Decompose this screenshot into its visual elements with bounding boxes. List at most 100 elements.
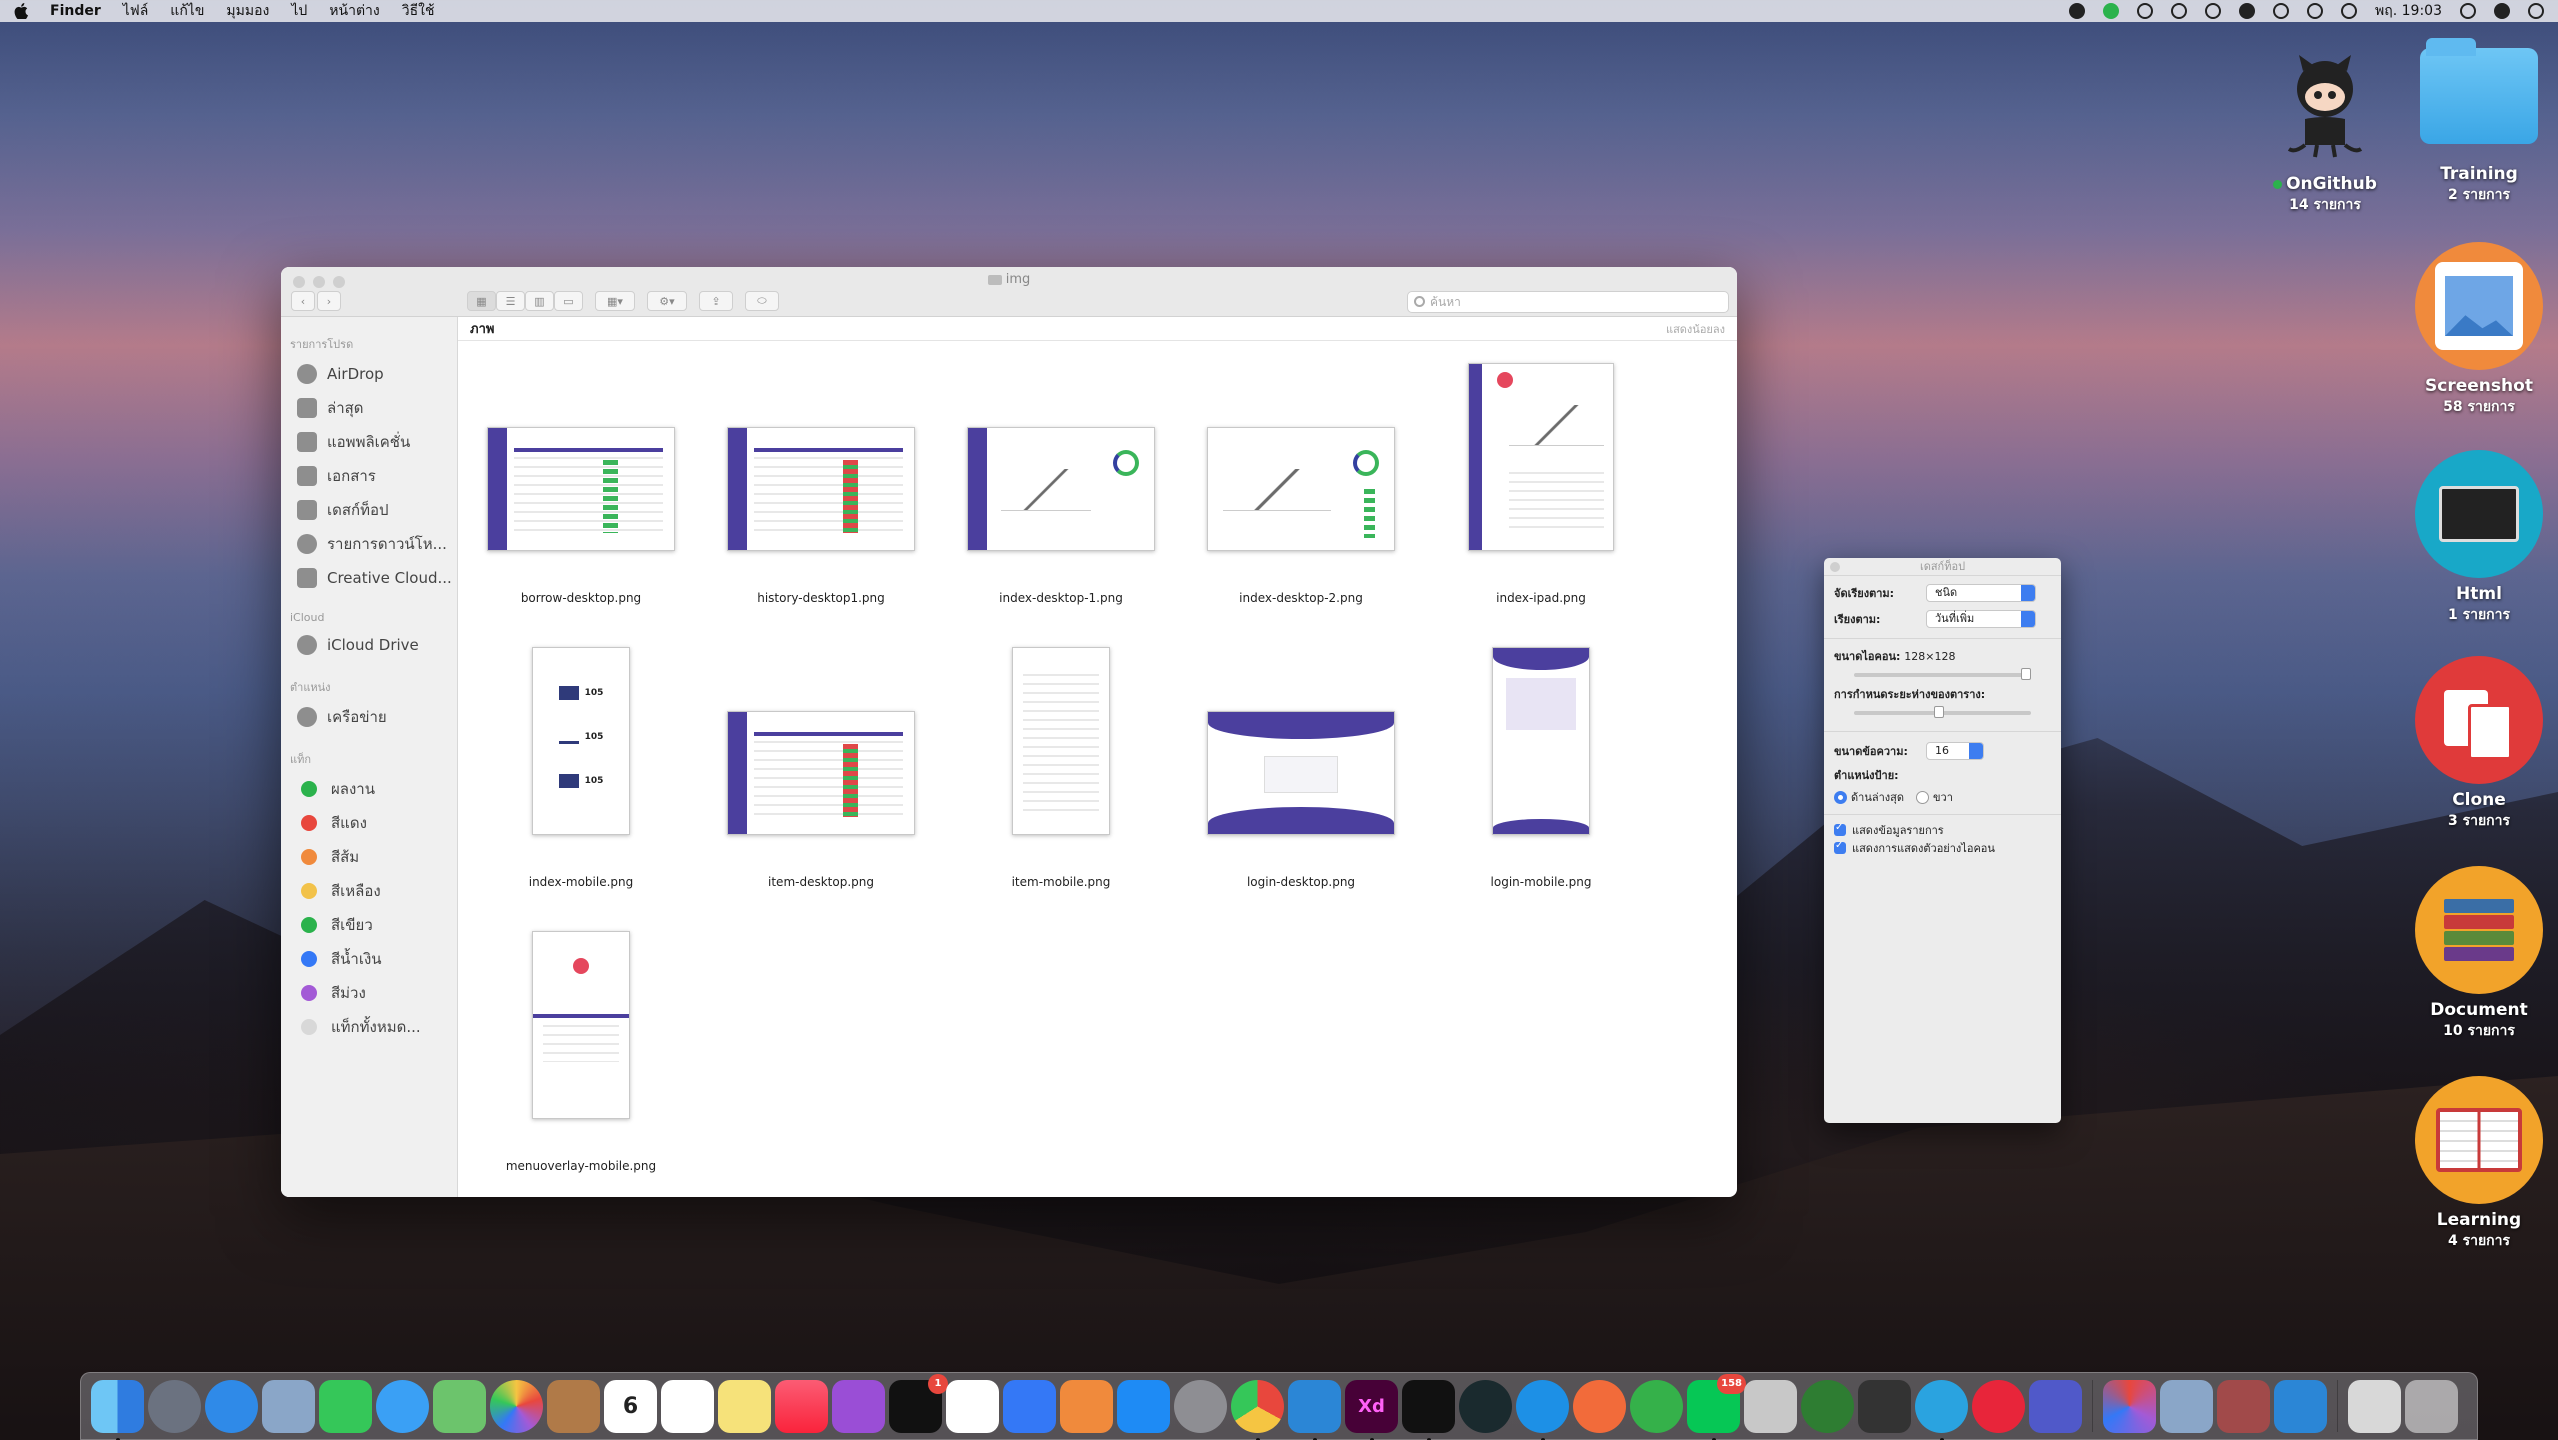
keynote-dock-icon[interactable] — [1003, 1379, 1056, 1433]
sidebar-tag[interactable]: สีม่วง — [281, 976, 457, 1010]
launchpad-dock-icon[interactable] — [148, 1379, 201, 1433]
spotlight-icon[interactable] — [2460, 3, 2476, 19]
line-status-icon[interactable] — [2103, 3, 2120, 19]
share-button[interactable]: ⇪ — [699, 291, 733, 311]
messages-dock-icon[interactable] — [376, 1379, 429, 1433]
menu-file[interactable]: ไฟล์ — [123, 0, 149, 22]
back-button[interactable]: ‹ — [291, 291, 315, 311]
menu-help[interactable]: วิธีใช้ — [402, 0, 435, 22]
eye-status-icon[interactable] — [2171, 3, 2188, 19]
show-icon-preview-checkbox[interactable] — [1834, 840, 1846, 854]
sidebar-item-downloads[interactable]: รายการดาวน์โห... — [281, 527, 457, 561]
docker-dock-icon[interactable] — [1516, 1379, 1569, 1440]
slider-knob[interactable] — [1933, 706, 1944, 718]
sidebar-item-desktop[interactable]: เดสก์ท็อป — [281, 493, 457, 527]
sidebar-item-applications[interactable]: แอพพลิเคชั่น — [281, 425, 457, 459]
mail-dock-icon[interactable] — [262, 1379, 315, 1433]
downloads-stack-dock-icon[interactable] — [2348, 1379, 2401, 1433]
sidebar-item-icloud-drive[interactable]: iCloud Drive — [281, 628, 457, 662]
line-dock-icon[interactable]: 158 — [1687, 1373, 1746, 1440]
gallery-view-button[interactable]: ▭ — [554, 291, 583, 311]
input-source-icon[interactable] — [2239, 3, 2256, 19]
menu-view[interactable]: มุมมอง — [226, 0, 269, 22]
tv-dock-icon[interactable]: 1 — [889, 1373, 948, 1433]
screenshots-stack-dock-icon[interactable] — [2160, 1379, 2213, 1433]
contacts-dock-icon[interactable] — [547, 1379, 600, 1433]
desktop-item-screenshot[interactable]: Screenshot 58 รายการ — [2394, 242, 2558, 418]
music-dock-icon[interactable] — [775, 1379, 828, 1433]
show-less-link[interactable]: แสดงน้อยลง — [1666, 320, 1725, 338]
siri-icon[interactable] — [2494, 3, 2510, 19]
facetime-dock-icon[interactable] — [319, 1379, 372, 1433]
file-item[interactable]: index-desktop-2.png — [1181, 341, 1421, 605]
sidebar-tag[interactable]: ผลงาน — [281, 772, 457, 806]
menu-go[interactable]: ไป — [291, 0, 307, 22]
file-item[interactable]: login-desktop.png — [1181, 625, 1421, 889]
trash-dock-icon[interactable] — [2405, 1379, 2458, 1433]
maps-dock-icon[interactable] — [433, 1379, 486, 1433]
text-size-select[interactable]: 16 — [1926, 742, 1984, 760]
file-item[interactable]: borrow-desktop.png — [461, 341, 701, 605]
hardware-dock-icon[interactable] — [1858, 1379, 1911, 1433]
adobe-xd-dock-icon[interactable]: Xd — [1345, 1379, 1398, 1440]
menubar-clock[interactable]: พฤ. 19:03 — [2375, 0, 2442, 22]
list-view-button[interactable]: ☰ — [496, 291, 525, 311]
chrome-dock-icon[interactable] — [1231, 1379, 1284, 1440]
app-store-dock-icon[interactable] — [1117, 1379, 1170, 1433]
file-item[interactable]: menuoverlay-mobile.png — [461, 909, 701, 1173]
pages-dock-icon[interactable] — [1060, 1379, 1113, 1433]
sidebar-tag[interactable]: สีส้ม — [281, 840, 457, 874]
forward-button[interactable]: › — [317, 291, 341, 311]
file-item[interactable]: index-ipad.png — [1421, 341, 1661, 605]
wifi-icon[interactable] — [2307, 3, 2324, 19]
label-right-radio[interactable] — [1916, 790, 1929, 804]
sort-by-select[interactable]: ชนิด — [1926, 584, 2036, 602]
column-view-button[interactable]: ▥ — [525, 291, 554, 311]
grid-spacing-slider[interactable] — [1854, 706, 2031, 718]
sidebar-item-network[interactable]: เครือข่าย — [281, 700, 457, 734]
sidebar-tag[interactable]: แท็กทั้งหมด... — [281, 1010, 457, 1044]
creative-cloud-dock-icon[interactable] — [2103, 1379, 2156, 1433]
notes-dock-icon[interactable] — [718, 1379, 771, 1433]
icon-view-button[interactable]: ▦ — [467, 291, 496, 311]
group-button[interactable]: ▦▾ — [595, 291, 635, 311]
evernote-dock-icon[interactable] — [1630, 1379, 1683, 1433]
system-preferences-dock-icon[interactable] — [1174, 1379, 1227, 1433]
file-item[interactable]: index-desktop-1.png — [941, 341, 1181, 605]
teams-dock-icon[interactable] — [2029, 1379, 2082, 1433]
bluetooth-status-icon[interactable] — [2205, 3, 2222, 19]
show-item-info-checkbox[interactable] — [1834, 822, 1846, 836]
desktop-item-clone[interactable]: Clone 3 รายการ — [2394, 656, 2558, 832]
file-item[interactable]: 105 105 105 index-mobile.png — [461, 625, 701, 889]
numbers-dock-icon[interactable] — [946, 1379, 999, 1433]
file-item[interactable]: item-mobile.png — [941, 625, 1181, 889]
menu-window[interactable]: หน้าต่าง — [329, 0, 379, 22]
calendar-dock-icon[interactable]: 6 — [604, 1379, 657, 1433]
search-input[interactable]: ค้นหา — [1407, 291, 1729, 313]
file-item[interactable]: history-desktop1.png — [701, 341, 941, 605]
photos-dock-icon[interactable] — [490, 1379, 543, 1433]
desktop-item-ongithub[interactable]: OnGithub 14 รายการ — [2240, 40, 2410, 216]
menu-finder[interactable]: Finder — [50, 3, 101, 19]
battery-icon[interactable] — [2273, 3, 2290, 19]
sourcetree-dock-icon[interactable] — [1801, 1379, 1854, 1433]
apple-icon[interactable] — [14, 3, 28, 19]
file-item[interactable]: item-desktop.png — [701, 625, 941, 889]
vscode-dock-icon[interactable] — [1288, 1379, 1341, 1440]
desktop-item-training[interactable]: Training 2 รายการ — [2394, 38, 2558, 206]
label-bottom-radio[interactable] — [1834, 790, 1847, 804]
action-gear-button[interactable]: ⚙▾ — [647, 291, 687, 311]
youtube-dock-icon[interactable] — [1972, 1379, 2025, 1433]
desktop-item-learning[interactable]: Learning 4 รายการ — [2394, 1076, 2558, 1252]
menu-edit[interactable]: แก้ไข — [170, 0, 204, 22]
icon-size-slider[interactable] — [1854, 668, 2031, 680]
arrange-by-select[interactable]: วันที่เพิ่ม — [1926, 610, 2036, 628]
sidebar-item-creative-cloud[interactable]: Creative Cloud... — [281, 561, 457, 595]
sidebar-item-documents[interactable]: เอกสาร — [281, 459, 457, 493]
preview-dock-icon[interactable] — [1744, 1379, 1797, 1433]
tags-button[interactable]: ⬭ — [745, 291, 779, 311]
sidebar-tag[interactable]: สีแดง — [281, 806, 457, 840]
vscode-stack-dock-icon[interactable] — [2274, 1379, 2327, 1433]
panel-close-button[interactable] — [1830, 562, 1840, 572]
reminders-dock-icon[interactable] — [661, 1379, 714, 1433]
